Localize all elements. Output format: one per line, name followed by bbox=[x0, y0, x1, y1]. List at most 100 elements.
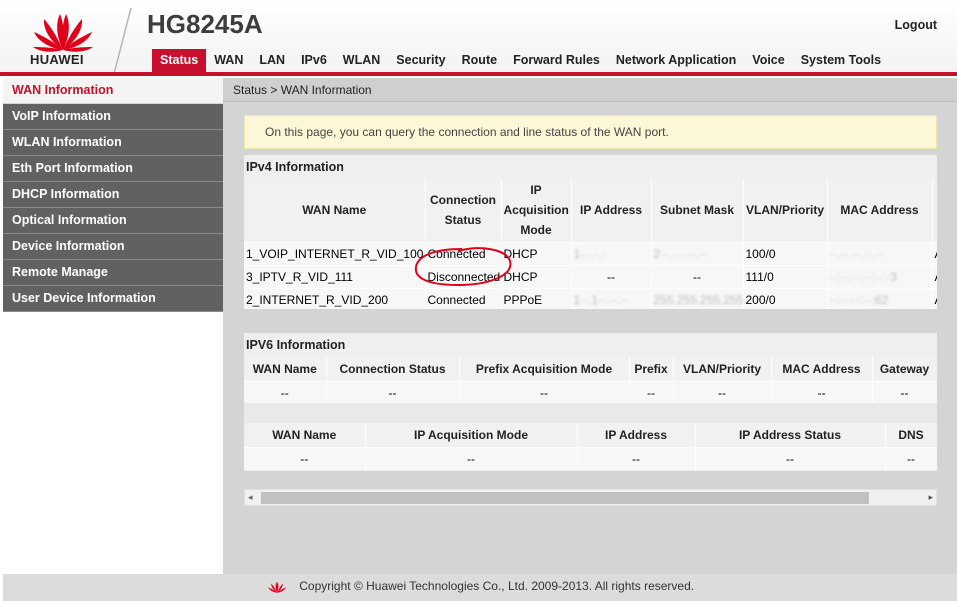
breadcrumb: Status > WAN Information bbox=[223, 78, 957, 102]
cell-subnet-mask: -- bbox=[651, 264, 744, 288]
cell-ip-address-status: -- bbox=[695, 446, 886, 470]
section-gap bbox=[244, 403, 937, 423]
column-header-prefix: Prefix bbox=[629, 357, 674, 381]
ipv6-title: IPV6 Information bbox=[244, 333, 937, 357]
column-header-ip-address-status: IP Address Status bbox=[695, 423, 886, 447]
cell-ip-address: 1·.·.·.· bbox=[571, 241, 652, 265]
nav-tab-route[interactable]: Route bbox=[454, 49, 505, 73]
cell-subnet-mask: 2··.···.··.·· bbox=[651, 241, 744, 265]
cell-vlan-priority: -- bbox=[673, 380, 772, 403]
scroll-right-icon[interactable]: ▸ bbox=[928, 492, 933, 503]
ipv4-table: WAN Name Connection Status IP Acquisition … bbox=[244, 179, 937, 309]
column-header-ip-acquisition-mode: IP Acquisition Mode bbox=[365, 423, 578, 447]
info-notice: On this page, you can query the connecti… bbox=[244, 115, 937, 149]
column-header-vlan-priority: VLAN/Priority bbox=[673, 357, 772, 381]
cell-connection-status: -- bbox=[326, 380, 460, 403]
nav-tab-ipv6[interactable]: IPv6 bbox=[293, 49, 335, 73]
column-header-mac-address: MAC Address bbox=[771, 357, 873, 381]
cell-vlan-priority: 100/0 bbox=[743, 241, 828, 265]
sidebar-item-user-device-information[interactable]: User Device Information bbox=[3, 286, 223, 312]
column-header-ip-acquisition-mode: IP Acquisition Mode bbox=[501, 179, 572, 242]
column-header-gateway: Gateway bbox=[872, 357, 937, 381]
sidebar-item-dhcp-information[interactable]: DHCP Information bbox=[3, 182, 223, 208]
table-row: -- -- -- -- -- -- -- bbox=[244, 380, 937, 403]
cell-prefix-acquisition-mode: -- bbox=[459, 380, 630, 403]
ipv4-panel: IPv4 Information WAN Name Connection Stat… bbox=[244, 155, 937, 309]
column-header-mac-address: MAC Address bbox=[827, 179, 933, 242]
cell-subnet-mask: 255.255.255.255 bbox=[651, 287, 744, 309]
cell-mac-address: ··:··:··:··:··:·3 bbox=[827, 264, 933, 288]
main-nav: Status WAN LAN IPv6 WLAN Security Route Forward… bbox=[152, 49, 889, 73]
nav-tab-status[interactable]: Status bbox=[152, 49, 207, 73]
column-header-wan-name: WAN Name bbox=[244, 357, 327, 381]
nav-tab-wan[interactable]: WAN bbox=[206, 49, 251, 73]
nav-tab-lan[interactable]: LAN bbox=[251, 49, 293, 73]
brand-name: HUAWEI bbox=[30, 52, 84, 67]
column-header-dns: DNS bbox=[885, 423, 937, 447]
cell-vlan-priority: 111/0 bbox=[743, 264, 828, 288]
cell-c: A bbox=[932, 241, 937, 265]
cell-ip-address: -- bbox=[577, 446, 696, 470]
sidebar: WAN Information VoIP Information WLAN Info… bbox=[3, 78, 223, 312]
nav-tab-voice[interactable]: Voice bbox=[744, 49, 792, 73]
column-header-vlan-priority: VLAN/Priority bbox=[743, 179, 828, 242]
column-header-c: C bbox=[932, 179, 937, 242]
cell-connection-status: Disconnected bbox=[425, 264, 502, 288]
nav-underline bbox=[0, 72, 957, 76]
cell-connection-status: Connected bbox=[425, 241, 502, 265]
header-divider bbox=[113, 8, 132, 74]
column-header-connection-status: Connection Status bbox=[326, 357, 460, 381]
cell-prefix: -- bbox=[629, 380, 674, 403]
cell-wan-name: -- bbox=[244, 446, 366, 470]
cell-connection-status: Connected bbox=[425, 287, 502, 309]
device-model: HG8245A bbox=[147, 9, 263, 39]
cell-mac-address: ··.··.··.··.·· bbox=[827, 241, 933, 265]
column-header-subnet-mask: Subnet Mask bbox=[651, 179, 744, 242]
copyright-text: Copyright © Huawei Technologies Co., Ltd… bbox=[299, 579, 695, 593]
ipv4-title: IPv4 Information bbox=[244, 155, 937, 179]
column-header-wan-name: WAN Name bbox=[244, 423, 366, 447]
ipv6-address-panel: WAN Name IP Acquisition Mode IP Address IP … bbox=[244, 403, 937, 471]
ipv6-address-table: WAN Name IP Acquisition Mode IP Address IP … bbox=[244, 423, 937, 470]
sidebar-item-wan-information[interactable]: WAN Information bbox=[3, 78, 223, 104]
cell-wan-name: 3_IPTV_R_VID_111 bbox=[244, 264, 426, 288]
footer: Copyright © Huawei Technologies Co., Ltd… bbox=[3, 574, 957, 601]
cell-wan-name: 1_VOIP_INTERNET_R_VID_100 bbox=[244, 241, 426, 265]
sidebar-item-device-information[interactable]: Device Information bbox=[3, 234, 223, 260]
nav-tab-forward-rules[interactable]: Forward Rules bbox=[505, 49, 608, 73]
table-row: -- -- -- -- -- bbox=[244, 446, 937, 470]
cell-c: A bbox=[932, 287, 937, 309]
table-row: 1_VOIP_INTERNET_R_VID_100 Connected DHCP 1·… bbox=[244, 241, 937, 265]
cell-ip-address: 1··.1··.··.·· bbox=[571, 287, 652, 309]
cell-ip-acquisition-mode: DHCP bbox=[501, 241, 572, 265]
cell-wan-name: 2_INTERNET_R_VID_200 bbox=[244, 287, 426, 309]
nav-tab-system-tools[interactable]: System Tools bbox=[793, 49, 889, 73]
horizontal-scrollbar[interactable]: ◂ ▸ bbox=[244, 489, 937, 506]
nav-tab-network-application[interactable]: Network Application bbox=[608, 49, 744, 73]
cell-wan-name: -- bbox=[244, 380, 327, 403]
sidebar-item-remote-manage[interactable]: Remote Manage bbox=[3, 260, 223, 286]
logout-link[interactable]: Logout bbox=[895, 18, 937, 32]
scroll-left-icon[interactable]: ◂ bbox=[248, 492, 253, 503]
sidebar-item-eth-port-information[interactable]: Eth Port Information bbox=[3, 156, 223, 182]
sidebar-item-optical-information[interactable]: Optical Information bbox=[3, 208, 223, 234]
nav-tab-wlan[interactable]: WLAN bbox=[335, 49, 389, 73]
header: HUAWEI HG8245A Logout Status WAN LAN IPv6 WL… bbox=[0, 0, 957, 76]
cell-gateway: -- bbox=[872, 380, 937, 403]
cell-c: A bbox=[932, 264, 937, 288]
nav-tab-security[interactable]: Security bbox=[388, 49, 453, 73]
cell-ip-address: -- bbox=[571, 264, 652, 288]
cell-ip-acquisition-mode: -- bbox=[365, 446, 578, 470]
sidebar-item-voip-information[interactable]: VoIP Information bbox=[3, 104, 223, 130]
cell-ip-acquisition-mode: DHCP bbox=[501, 264, 572, 288]
table-row: 3_IPTV_R_VID_111 Disconnected DHCP -- -- 111/… bbox=[244, 264, 937, 288]
sidebar-item-wlan-information[interactable]: WLAN Information bbox=[3, 130, 223, 156]
column-header-wan-name: WAN Name bbox=[244, 179, 426, 242]
ipv6-panel: IPV6 Information WAN Name Connection Stat… bbox=[244, 333, 937, 403]
cell-dns: -- bbox=[885, 446, 937, 470]
column-header-ip-address: IP Address bbox=[571, 179, 652, 242]
cell-ip-acquisition-mode: PPPoE bbox=[501, 287, 572, 309]
huawei-logo-icon bbox=[268, 581, 286, 593]
column-header-ip-address: IP Address bbox=[577, 423, 696, 447]
scroll-thumb[interactable] bbox=[261, 492, 869, 504]
